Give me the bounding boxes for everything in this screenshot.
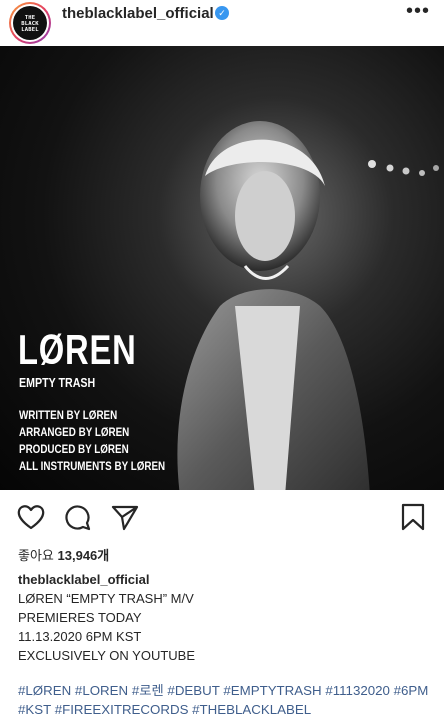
post-caption: theblacklabel_official LØREN “EMPTY TRAS… xyxy=(18,570,428,665)
heart-icon[interactable] xyxy=(16,502,46,532)
hashtag-list: #LØREN #LOREN #로렌 #DEBUT #EMPTYTRASH #11… xyxy=(18,681,438,719)
hashtag-link[interactable]: #6PM xyxy=(394,683,429,698)
likes-count: 13,946개 xyxy=(57,548,110,563)
credit-line: ALL INSTRUMENTS BY LØREN xyxy=(19,459,166,473)
credit-line: PRODUCED BY LØREN xyxy=(19,442,129,456)
hashtag-link[interactable]: #THEBLACKLABEL xyxy=(192,702,311,717)
username-link[interactable]: theblacklabel_official xyxy=(62,5,214,22)
hashtag-link[interactable]: #11132020 xyxy=(325,683,390,698)
caption-line: PREMIERES TODAY xyxy=(18,610,142,625)
hashtag-link[interactable]: #DEBUT xyxy=(167,683,219,698)
action-bar xyxy=(0,496,444,536)
verified-badge-icon: ✓ xyxy=(215,6,229,20)
album-credits: WRITTEN BY LØREN ARRANGED BY LØREN PRODU… xyxy=(19,407,165,475)
artist-photo xyxy=(177,121,370,490)
likes-label: 좋아요 xyxy=(18,548,54,563)
avatar-ring: THE BLACK LABEL xyxy=(11,4,49,42)
avatar-logo-line: LABEL xyxy=(21,27,39,33)
hashtag-link[interactable]: #LOREN xyxy=(75,683,128,698)
hashtag-link[interactable]: #FIREEXITRECORDS xyxy=(55,702,189,717)
album-song-title: EMPTY TRASH xyxy=(19,375,96,390)
album-artist-title: LØREN xyxy=(18,326,137,373)
hashtag-link[interactable]: #KST xyxy=(18,702,51,717)
hashtag-link[interactable]: #로렌 xyxy=(132,683,164,698)
like-count[interactable]: 좋아요 13,946개 xyxy=(18,545,109,564)
send-icon[interactable] xyxy=(110,502,140,532)
background-lights xyxy=(368,160,439,176)
credit-line: WRITTEN BY LØREN xyxy=(19,408,118,422)
hashtag-link[interactable]: #LØREN xyxy=(18,683,71,698)
post-image[interactable]: LØREN EMPTY TRASH WRITTEN BY LØREN ARRAN… xyxy=(0,46,444,490)
post-header: THE BLACK LABEL theblacklabel_official ✓… xyxy=(0,0,444,46)
comment-icon[interactable] xyxy=(63,502,93,532)
avatar-logo: THE BLACK LABEL xyxy=(13,6,47,40)
caption-username[interactable]: theblacklabel_official xyxy=(18,570,428,589)
bookmark-icon[interactable] xyxy=(398,502,428,532)
avatar[interactable]: THE BLACK LABEL xyxy=(9,2,51,44)
caption-line: 11.13.2020 6PM KST xyxy=(18,629,142,644)
hashtag-link[interactable]: #EMPTYTRASH xyxy=(223,683,321,698)
caption-line: LØREN “EMPTY TRASH” M/V xyxy=(18,591,194,606)
credit-line: ARRANGED BY LØREN xyxy=(19,425,130,439)
more-options-icon[interactable]: ••• xyxy=(406,0,430,22)
caption-line: EXCLUSIVELY ON YOUTUBE xyxy=(18,648,196,663)
